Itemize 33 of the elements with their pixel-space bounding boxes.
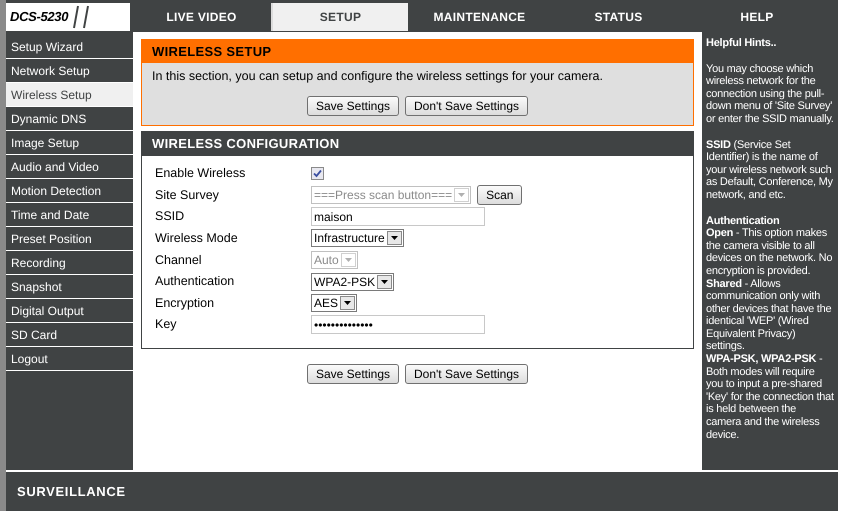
hint-text: Shared - Allows communication only with other devices that have the identical 'WEP' (Wired Equivalent Privacy) settings. xyxy=(706,278,832,354)
hint-heading: Authentication xyxy=(706,214,780,228)
dropdown[interactable]: WPA2-PSK xyxy=(311,272,394,291)
field-label: Site Survey xyxy=(155,186,220,204)
hint-text: Open - This option makes the camera visible to all devices on the network. No encryption is provided. xyxy=(706,227,834,278)
hint-text: SSID (Service Set Identifier) is the name of your wireless network such as Default, Conference, My network, and etc. xyxy=(706,138,834,202)
dropdown[interactable]: Infrastructure xyxy=(311,229,404,248)
field-label: Channel xyxy=(155,252,203,269)
settings-button[interactable]: Save Settings xyxy=(306,96,399,116)
field-label: Wireless Mode xyxy=(155,230,239,247)
hint-text: You may choose which wireless network for the connection using the pull-down menu of 'Site Survey' or enter the SSID manually. xyxy=(706,62,834,126)
enable-checkbox[interactable] xyxy=(311,167,324,180)
hints-title: Helpful Hints.. xyxy=(706,37,778,50)
nav-tab[interactable]: SETUP xyxy=(271,3,408,31)
settings-button[interactable]: Save Settings xyxy=(306,364,399,384)
section-title: WIRELESS SETUP xyxy=(142,40,693,63)
field-label: Encryption xyxy=(155,294,216,312)
section-title: WIRELESS CONFIGURATION xyxy=(142,132,693,156)
model-name: DCS-5230 xyxy=(10,8,68,26)
footer-title: SURVEILLANCE xyxy=(17,482,126,501)
text-field[interactable]: maison xyxy=(311,207,485,226)
settings-button[interactable]: Don't Save Settings xyxy=(405,364,528,384)
field-label: Enable Wireless xyxy=(155,165,246,182)
section-description: In this section, you can setup and configure the wireless settings for your camera. xyxy=(151,68,604,85)
field-label: Key xyxy=(155,316,178,334)
settings-button[interactable]: Don't Save Settings xyxy=(405,96,528,116)
text-field[interactable]: •••••••••••••• xyxy=(311,315,485,334)
hint-text: WPA-PSK, WPA2-PSK - Both modes will require you to input a pre-shared 'Key' for the connection that is held between the camera and the wireless device. xyxy=(706,353,834,442)
sidebar-item[interactable]: Wireless Setup xyxy=(6,83,133,107)
dropdown[interactable]: AES xyxy=(311,294,358,312)
field-label: SSID xyxy=(155,208,186,226)
field-label: Authentication xyxy=(155,273,236,290)
check-icon xyxy=(313,169,322,178)
